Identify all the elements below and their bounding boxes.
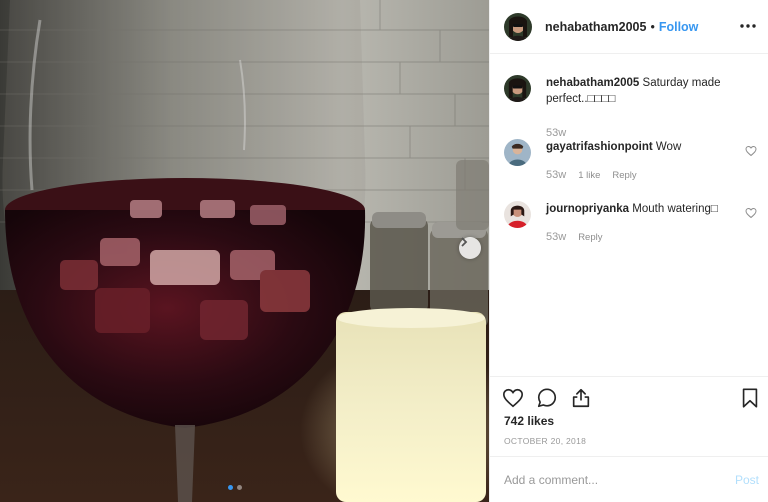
- comment-item: journopriyanka Mouth watering□ 53w Reply: [504, 201, 759, 243]
- post-photo[interactable]: [0, 0, 489, 502]
- comment-text: journopriyanka Mouth watering□: [546, 201, 746, 217]
- share-icon[interactable]: [570, 387, 592, 409]
- reply-button[interactable]: Reply: [612, 169, 636, 181]
- avatar[interactable]: [504, 139, 531, 166]
- next-photo-button[interactable]: [459, 237, 481, 259]
- profile-photo: [504, 75, 531, 102]
- heart-icon[interactable]: [745, 145, 757, 157]
- comment-input[interactable]: [504, 472, 735, 487]
- avatar[interactable]: [504, 75, 531, 102]
- post-side-panel: nehabatham2005 • Follow nehabatham2005 S…: [489, 0, 768, 502]
- comment-username[interactable]: gayatrifashionpoint: [546, 141, 653, 153]
- comment-time[interactable]: 53w: [546, 169, 566, 181]
- photo-image: [0, 0, 489, 502]
- header-username[interactable]: nehabatham2005: [545, 20, 646, 34]
- profile-photo: [504, 139, 531, 166]
- comment-item: gayatrifashionpoint Wow 53w 1 like Reply: [504, 139, 759, 181]
- header-separator: •: [650, 19, 655, 34]
- post-header: nehabatham2005 • Follow: [490, 0, 768, 54]
- heart-icon[interactable]: [745, 207, 757, 219]
- more-options-icon[interactable]: [738, 16, 758, 36]
- reply-button[interactable]: Reply: [578, 231, 602, 243]
- chevron-right-icon: [461, 237, 468, 247]
- comment-icon[interactable]: [536, 387, 558, 409]
- profile-photo: [504, 12, 532, 41]
- post-comment-button[interactable]: Post: [735, 473, 759, 487]
- comment-body: Wow: [655, 141, 682, 153]
- follow-button[interactable]: Follow: [659, 20, 699, 34]
- comment-text: nehabatham2005 Saturday made perfect..□□…: [546, 75, 746, 107]
- avatar[interactable]: [504, 201, 531, 228]
- comment-likes[interactable]: 1 like: [578, 169, 600, 181]
- avatar[interactable]: [504, 12, 532, 41]
- comment-time[interactable]: 53w: [546, 231, 566, 243]
- comment-meta: 53w 1 like Reply: [546, 169, 746, 181]
- bookmark-icon[interactable]: [739, 387, 761, 409]
- carousel-dot-active[interactable]: [228, 485, 233, 490]
- profile-photo: [504, 201, 531, 228]
- heart-icon[interactable]: [502, 387, 524, 409]
- caption-comment: nehabatham2005 Saturday made perfect..□□…: [504, 75, 759, 139]
- comment-time[interactable]: 53w: [546, 127, 566, 139]
- comment-meta: 53w Reply: [546, 231, 746, 243]
- likes-count[interactable]: 742 likes: [504, 414, 554, 428]
- carousel-dots: [228, 485, 242, 490]
- comment-body: Mouth watering□: [632, 203, 718, 215]
- comment-meta: 53w: [546, 127, 746, 139]
- comment-username[interactable]: journopriyanka: [546, 203, 629, 215]
- comment-composer: Post: [490, 456, 768, 502]
- comment-text: gayatrifashionpoint Wow: [546, 139, 746, 155]
- carousel-dot[interactable]: [237, 485, 242, 490]
- post-actions: [490, 376, 768, 419]
- post-date: OCTOBER 20, 2018: [504, 436, 587, 446]
- comment-username[interactable]: nehabatham2005: [546, 77, 639, 89]
- comments-list: nehabatham2005 Saturday made perfect..□□…: [490, 55, 768, 375]
